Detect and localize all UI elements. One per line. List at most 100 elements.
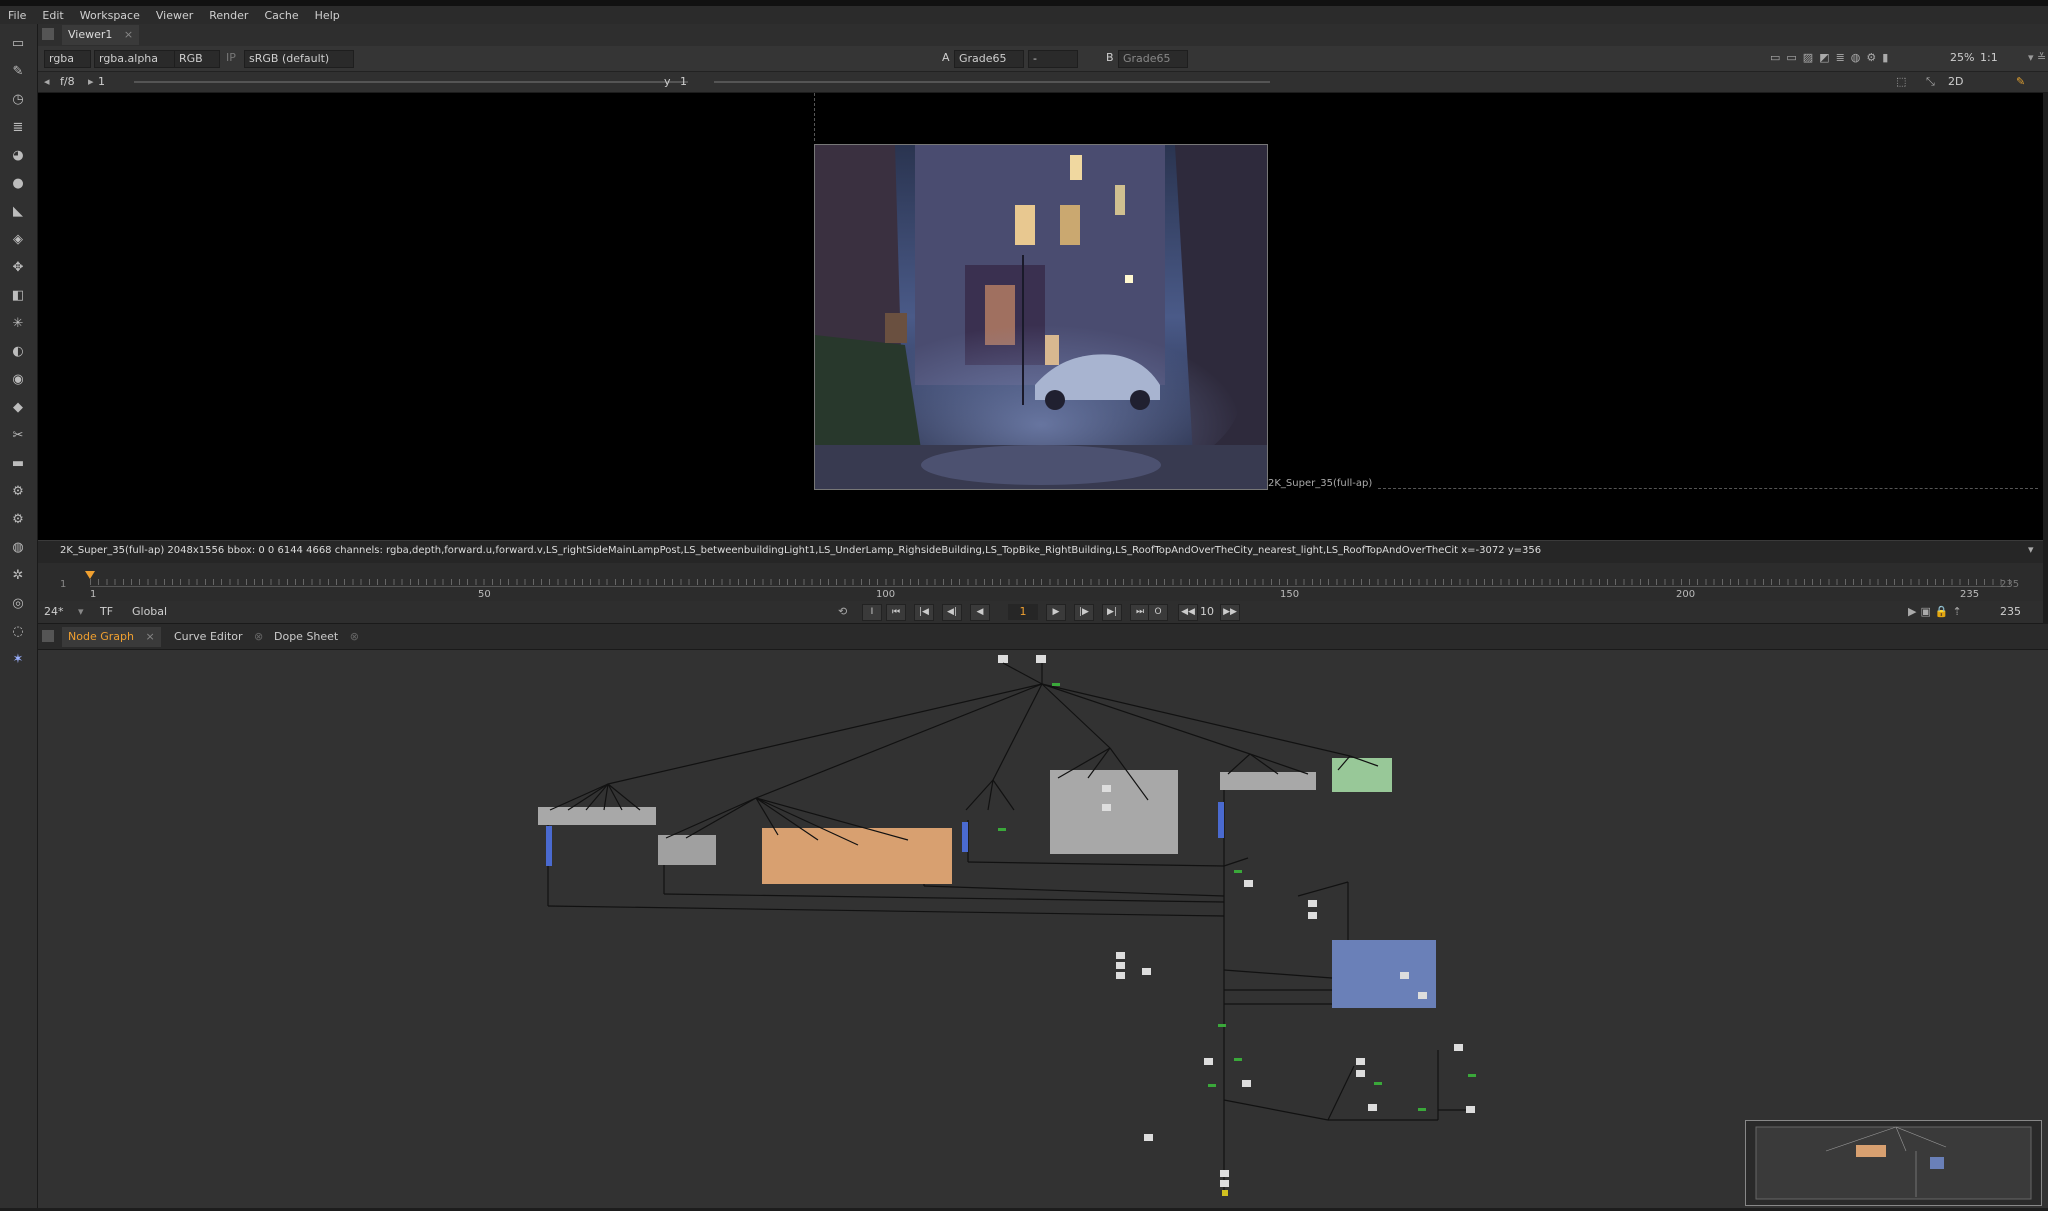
fps-dropdown[interactable]: 24* — [44, 604, 64, 620]
composite-dropdown[interactable]: - — [1028, 50, 1078, 68]
tab-dope-sheet[interactable]: Dope Sheet ⊗ — [268, 627, 365, 647]
proxy-ratio-dropdown[interactable]: 1:1 — [1980, 50, 1998, 66]
menu-cache[interactable]: Cache — [256, 9, 306, 22]
custom-tool-icon[interactable]: ✶ — [9, 650, 27, 668]
time-icon[interactable]: ◷ — [9, 90, 27, 108]
timeline-mark-50: 50 — [478, 589, 491, 600]
playhead[interactable] — [85, 571, 95, 585]
pixel-icon[interactable]: ⤡ — [1926, 74, 1935, 90]
timeline-start: 1 — [60, 579, 67, 590]
prev-keyframe-button[interactable]: |◀ — [914, 604, 934, 621]
in-point-button[interactable]: I — [862, 604, 882, 621]
toolsets-icon[interactable]: ✂ — [9, 426, 27, 444]
deep-icon[interactable]: ◐ — [9, 342, 27, 360]
views-icon[interactable]: ◉ — [9, 370, 27, 388]
timecode-dropdown[interactable]: TF — [100, 604, 113, 620]
skip-forward-button[interactable]: ▶▶ — [1220, 604, 1240, 621]
roi-icon[interactable]: ⬚ — [1896, 74, 1906, 90]
viewer-toggle-icons[interactable]: ▭▭▨◩≣◍⚙▮ — [1770, 50, 1894, 66]
plugin-icon[interactable]: ◍ — [9, 538, 27, 556]
next-keyframe-button[interactable]: ▶| — [1102, 604, 1122, 621]
menu-edit[interactable]: Edit — [34, 9, 71, 22]
filter-icon[interactable]: ● — [9, 174, 27, 192]
timeline-mark-200: 200 — [1676, 589, 1696, 600]
image-icon[interactable]: ▭ — [9, 34, 27, 52]
other-icon[interactable]: ▬ — [9, 454, 27, 472]
first-frame-button[interactable]: ⏮ — [886, 604, 906, 621]
input-a-dropdown[interactable]: Grade65 — [954, 50, 1024, 68]
close-icon[interactable]: × — [145, 630, 154, 643]
backdrop-grey-1 — [538, 807, 656, 825]
viewer-lut-dropdown[interactable]: sRGB (default) — [244, 50, 355, 68]
gamma-slider[interactable] — [714, 81, 1270, 83]
tab-viewer1[interactable]: Viewer1 × — [62, 25, 140, 45]
chevron-down-icon[interactable]: ▾ — [78, 604, 84, 620]
info-toggle-icon[interactable]: ▾ — [2028, 543, 2034, 556]
keyer-icon[interactable]: ◣ — [9, 202, 27, 220]
chevron-down-icon[interactable]: ▾ ≚ — [2028, 50, 2046, 66]
fstop-value[interactable]: f/8 — [60, 74, 75, 90]
tab-node-graph[interactable]: Node Graph × — [62, 627, 161, 647]
backdrop-grey-4 — [1220, 772, 1316, 790]
loop-mode-icon[interactable]: ⟲ — [838, 604, 847, 620]
backdrop-green — [1332, 758, 1392, 792]
end-frame-field[interactable]: 235 — [2000, 604, 2021, 620]
ip-icon[interactable]: IP — [226, 50, 236, 66]
close-icon[interactable]: ⊗ — [350, 630, 359, 643]
alpha-channel-dropdown[interactable]: rgba.alpha — [94, 50, 176, 68]
menu-render[interactable]: Render — [201, 9, 256, 22]
paint-icon[interactable]: ✎ — [2016, 74, 2025, 90]
menu-help[interactable]: Help — [307, 9, 348, 22]
left-toolbar: ▭ ✎ ◷ ≣ ◕ ● ◣ ◈ ✥ ◧ ✳ ◐ ◉ ◆ ✂ ▬ ⚙ ⚙ ◍ ✲ … — [0, 24, 38, 1208]
zoom-dropdown[interactable]: 25% — [1950, 50, 1974, 66]
timeline[interactable]: 1 1 50 100 150 200 235 235 — [38, 563, 2043, 601]
channels-dropdown[interactable]: rgba — [44, 50, 92, 68]
menu-file[interactable]: File — [0, 9, 34, 22]
out-point-button[interactable]: O — [1148, 604, 1168, 621]
play-forward-button[interactable]: ▶ — [1046, 604, 1066, 621]
gain-arrow-icon[interactable]: ▸ — [88, 74, 94, 90]
tab-node-graph-label: Node Graph — [68, 630, 134, 643]
current-frame-field[interactable]: 1 — [1008, 604, 1038, 620]
node-graph-minimap[interactable] — [1745, 1120, 2042, 1206]
pane-menu-icon[interactable] — [42, 630, 54, 642]
play-backward-button[interactable]: ◀ — [970, 604, 990, 621]
close-icon[interactable]: × — [124, 28, 133, 41]
metadata-icon[interactable]: ◆ — [9, 398, 27, 416]
gamma-value[interactable]: 1 — [680, 74, 687, 90]
3d-icon[interactable]: ◧ — [9, 286, 27, 304]
flipbook-icons[interactable]: ▶▣🔒⇡ — [1908, 604, 1966, 620]
cara-icon[interactable]: ◎ — [9, 594, 27, 612]
next-frame-button[interactable]: |▶ — [1074, 604, 1094, 621]
gizmo-icon[interactable]: ✲ — [9, 566, 27, 584]
display-channel-dropdown[interactable]: RGB — [174, 50, 220, 68]
timeline-ticks — [90, 579, 2010, 585]
prev-frame-button[interactable]: ◀| — [942, 604, 962, 621]
view-mode-dropdown[interactable]: 2D — [1948, 74, 1963, 90]
close-icon[interactable]: ⊗ — [254, 630, 263, 643]
menu-workspace[interactable]: Workspace — [72, 9, 148, 22]
fstop-arrow-icon[interactable]: ◂ — [44, 74, 50, 90]
tab-curve-editor-label: Curve Editor — [174, 630, 243, 643]
menu-viewer[interactable]: Viewer — [148, 9, 201, 22]
last-frame-button[interactable]: ⏭ — [1130, 604, 1150, 621]
skip-back-button[interactable]: ◀◀ — [1178, 604, 1198, 621]
particles-icon[interactable]: ✳ — [9, 314, 27, 332]
gain-slider[interactable] — [134, 81, 688, 83]
furnace-icon[interactable]: ⚙ — [9, 482, 27, 500]
timeline-mark-150: 150 — [1280, 589, 1300, 600]
playback-controls: 24* ▾ TF Global ⟲ I ⏮ |◀ ◀| ◀ 1 ▶ |▶ ▶| … — [38, 601, 2043, 624]
transform-icon[interactable]: ✥ — [9, 258, 27, 276]
draw-icon[interactable]: ✎ — [9, 62, 27, 80]
frame-increment-field[interactable]: 10 — [1200, 604, 1214, 620]
merge-icon[interactable]: ◈ — [9, 230, 27, 248]
range-scope-dropdown[interactable]: Global — [132, 604, 167, 620]
channel-icon[interactable]: ≣ — [9, 118, 27, 136]
geometry-icon[interactable]: ◌ — [9, 622, 27, 640]
pane-menu-icon[interactable] — [42, 28, 54, 40]
gain-value[interactable]: 1 — [98, 74, 105, 90]
tab-curve-editor[interactable]: Curve Editor ⊗ — [168, 627, 269, 647]
color-icon[interactable]: ◕ — [9, 146, 27, 164]
ocula-icon[interactable]: ⚙ — [9, 510, 27, 528]
input-b-dropdown[interactable]: Grade65 — [1118, 50, 1188, 68]
